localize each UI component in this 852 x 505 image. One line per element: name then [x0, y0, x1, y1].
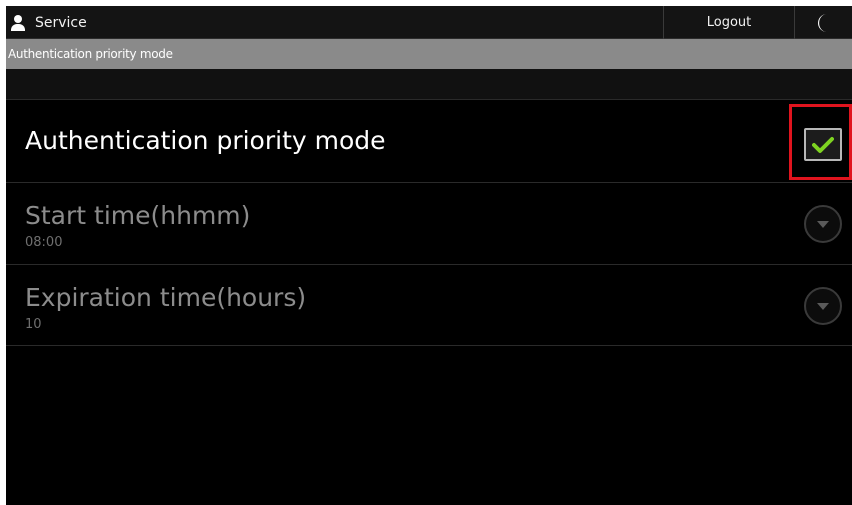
chevron-down-icon [817, 302, 829, 310]
expiration-time-dropdown[interactable] [804, 287, 842, 325]
chevron-down-icon [817, 220, 829, 228]
auth-priority-row[interactable]: Authentication priority mode [6, 99, 852, 182]
logout-button[interactable]: Logout [663, 6, 795, 39]
start-time-row[interactable]: Start time(hhmm) 08:00 [6, 182, 852, 264]
section-spacer [6, 69, 852, 99]
start-time-label: Start time(hhmm) [25, 201, 251, 230]
user-area: Service [10, 6, 87, 39]
screen: Service Logout Authentication priority m… [6, 6, 852, 505]
user-label: Service [35, 14, 87, 31]
auth-priority-checkbox[interactable] [804, 128, 842, 161]
moon-icon [818, 13, 827, 32]
start-time-value: 08:00 [25, 235, 63, 250]
start-time-dropdown[interactable] [804, 205, 842, 243]
page-title: Authentication priority mode [6, 39, 852, 69]
expiration-time-value: 10 [25, 317, 42, 332]
checkbox-highlight [789, 104, 852, 180]
user-icon [10, 14, 26, 31]
checkmark-icon [812, 136, 834, 153]
energy-saver-button[interactable] [796, 6, 852, 39]
expiration-time-row[interactable]: Expiration time(hours) 10 [6, 264, 852, 346]
expiration-time-label: Expiration time(hours) [25, 283, 307, 312]
top-bar: Service Logout [6, 6, 852, 39]
auth-priority-label: Authentication priority mode [25, 126, 386, 155]
